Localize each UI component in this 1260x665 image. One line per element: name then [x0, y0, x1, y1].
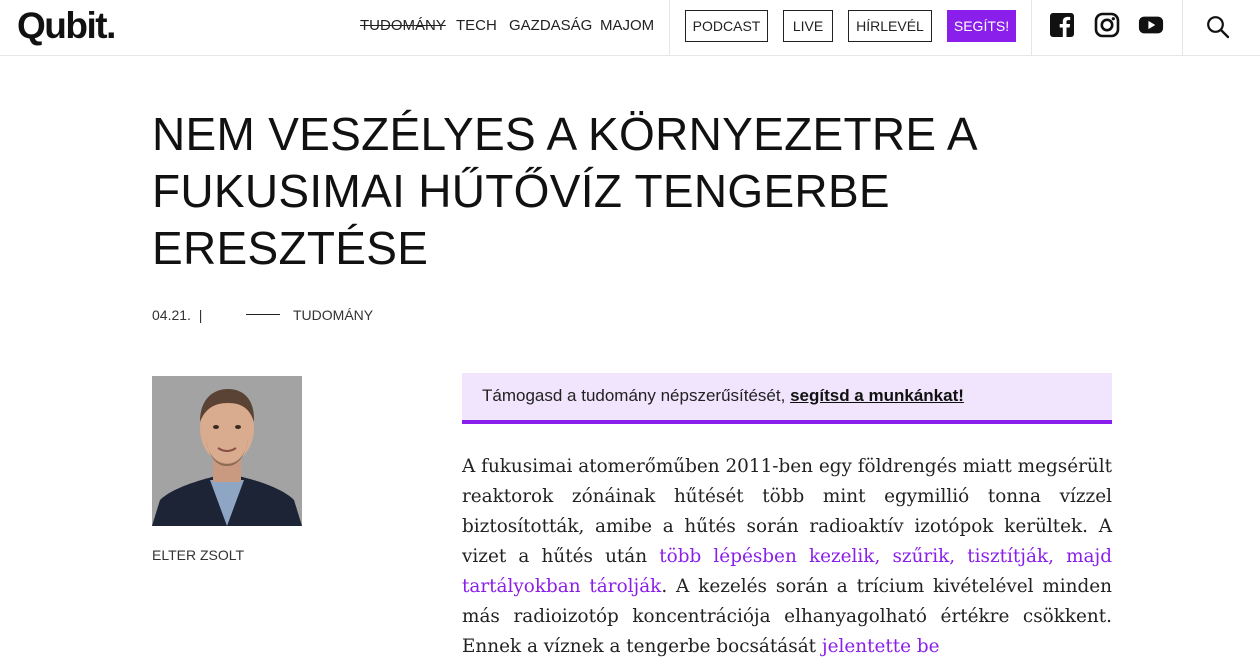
- newsletter-button[interactable]: HÍRLEVÉL: [848, 10, 932, 42]
- author-name[interactable]: ELTER ZSOLT: [152, 547, 244, 563]
- live-button[interactable]: LIVE: [783, 10, 833, 42]
- youtube-icon[interactable]: [1138, 12, 1164, 38]
- category-dash: [246, 314, 280, 315]
- header-divider: [669, 0, 670, 56]
- site-header: Qubit. TUDOMÁNY TECH GAZDASÁG MAJOM PODC…: [0, 0, 1260, 56]
- article-date-value: 04.21.: [152, 307, 191, 323]
- nav-item-tudomany[interactable]: TUDOMÁNY: [360, 17, 446, 35]
- nav-item-gazdasag[interactable]: GAZDASÁG: [509, 17, 592, 35]
- article-category[interactable]: TUDOMÁNY: [293, 307, 373, 323]
- facebook-icon[interactable]: [1049, 12, 1075, 38]
- instagram-icon[interactable]: [1094, 12, 1120, 38]
- nav-item-tech[interactable]: TECH: [456, 17, 497, 35]
- author-photo[interactable]: [152, 376, 302, 526]
- support-banner-label: Támogasd a tudomány népszerűsítését,: [482, 386, 791, 405]
- header-divider: [1182, 0, 1183, 56]
- nav-item-majom[interactable]: MAJOM: [600, 17, 654, 35]
- meta-separator: |: [198, 307, 203, 323]
- search-icon[interactable]: [1205, 14, 1231, 40]
- support-banner-text: Támogasd a tudomány népszerűsítését, seg…: [482, 386, 964, 406]
- site-logo[interactable]: Qubit.: [17, 4, 116, 48]
- article-date: 04.21. |: [152, 307, 202, 323]
- article-link[interactable]: jelentette be: [822, 636, 940, 657]
- podcast-button[interactable]: PODCAST: [685, 10, 768, 42]
- article-title: NEM VESZÉLYES A KÖRNYEZETRE A FUKUSIMAI …: [152, 108, 976, 274]
- header-divider: [1031, 0, 1032, 56]
- support-banner-link[interactable]: segítsd a munkánkat!: [790, 386, 964, 405]
- support-banner: Támogasd a tudomány népszerűsítését, seg…: [462, 373, 1112, 424]
- article-body: A fukusimai atomerőműben 2011-ben egy fö…: [462, 452, 1112, 662]
- support-button[interactable]: SEGÍTS!: [947, 10, 1016, 42]
- author-portrait: [152, 376, 302, 526]
